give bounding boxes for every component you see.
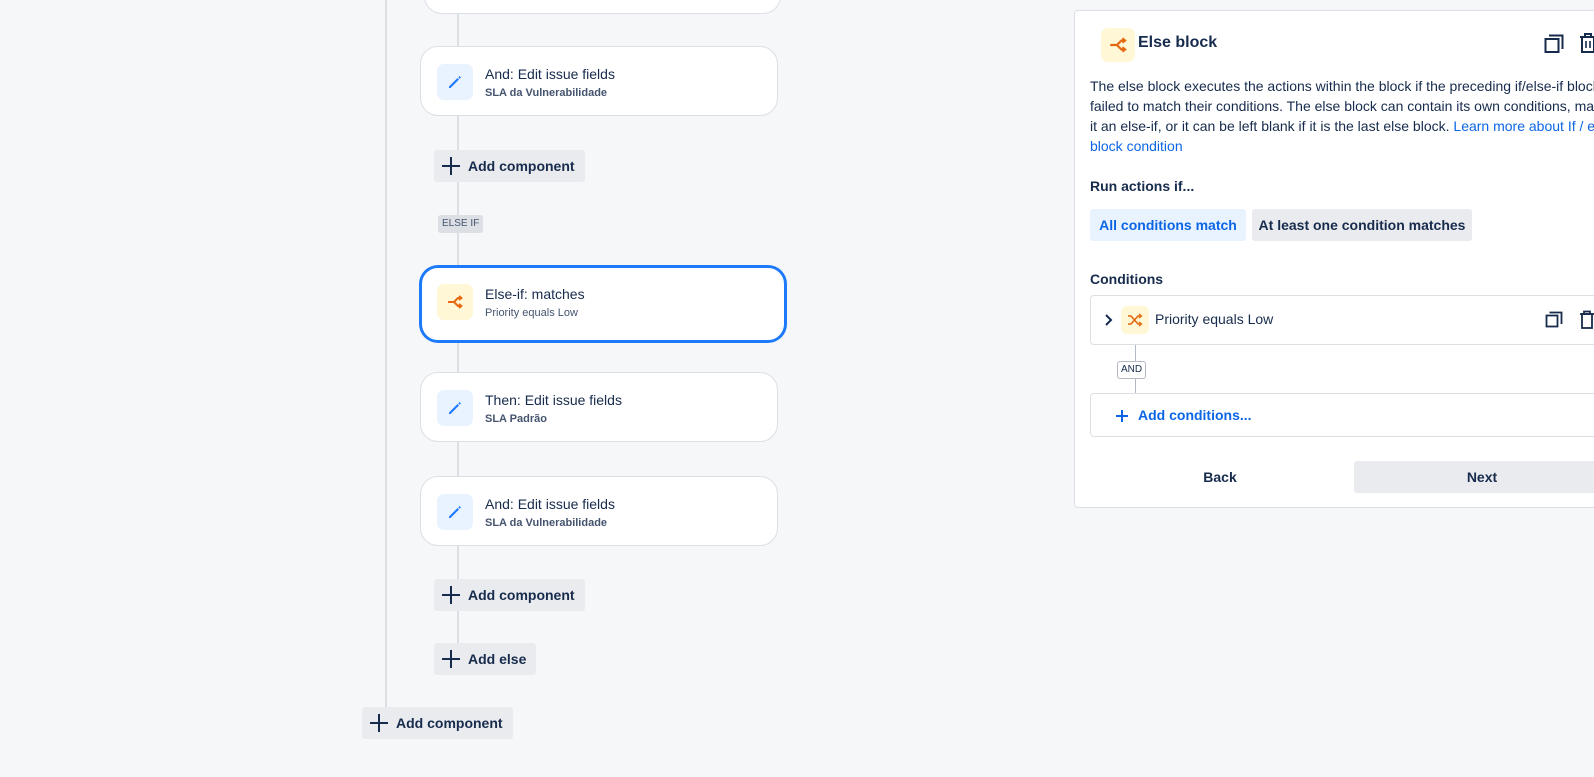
branch-icon [437,284,473,320]
delete-icon[interactable] [1578,32,1594,54]
component-card-then-edit-issue-fields[interactable]: Then: Edit issue fields SLA Padrão [420,372,778,442]
card-title: Else-if: matches [485,286,585,302]
at-least-one-condition-option[interactable]: At least one condition matches [1252,209,1472,241]
panel-branch-icon [1101,28,1135,62]
all-conditions-match-option[interactable]: All conditions match [1090,209,1246,241]
card-title: Then: Edit issue fields [485,392,622,408]
component-card-edit-issue-fields-1[interactable]: And: Edit issue fields SLA da Vulnerabil… [420,46,778,116]
add-conditions-label: Add conditions... [1138,407,1252,423]
card-subtitle: SLA da Vulnerabilidade [485,517,608,529]
pencil-icon [437,64,473,100]
plus-icon [370,714,388,732]
card-subtitle: Priority equals Low [485,307,578,319]
back-button[interactable]: Back [1090,461,1350,493]
card-title: And: Edit issue fields [485,496,615,512]
conditions-label: Conditions [1090,271,1164,287]
card-title: And: Edit issue fields [485,66,615,82]
plus-icon [442,157,460,175]
component-card-else-if-matches[interactable]: Else-if: matches Priority equals Low [420,266,786,342]
partial-card-top[interactable] [424,0,781,14]
panel-title: Else block [1138,34,1218,51]
else-if-tag: ELSE IF [438,215,484,233]
add-component-button[interactable]: Add component [434,579,585,611]
component-card-edit-issue-fields-2[interactable]: And: Edit issue fields SLA da Vulnerabil… [420,476,778,546]
outer-connector-line [385,0,387,710]
plus-icon [442,650,460,668]
condition-shuffle-icon [1121,306,1149,334]
chevron-right-icon[interactable] [1103,313,1115,327]
add-conditions-button[interactable]: Add conditions... [1090,393,1594,437]
next-button[interactable]: Next [1354,461,1594,493]
and-tag: AND [1117,361,1147,379]
add-component-outer-button[interactable]: Add component [362,707,513,739]
plus-icon [442,586,460,604]
add-component-button[interactable]: Add component [434,150,585,182]
card-subtitle: SLA da Vulnerabilidade [485,87,608,99]
panel-description: The else block executes the actions with… [1090,76,1594,156]
condition-label: Priority equals Low [1155,311,1274,327]
pencil-icon [437,390,473,426]
card-subtitle: SLA Padrão [485,413,547,425]
condition-row[interactable]: Priority equals Low [1090,295,1594,345]
condition-delete-icon[interactable] [1579,310,1594,330]
condition-duplicate-icon[interactable] [1545,311,1563,329]
run-actions-label: Run actions if... [1090,178,1195,194]
pencil-icon [437,494,473,530]
plus-icon [1115,409,1129,423]
add-else-button[interactable]: Add else [434,643,537,675]
duplicate-icon[interactable] [1544,34,1564,54]
